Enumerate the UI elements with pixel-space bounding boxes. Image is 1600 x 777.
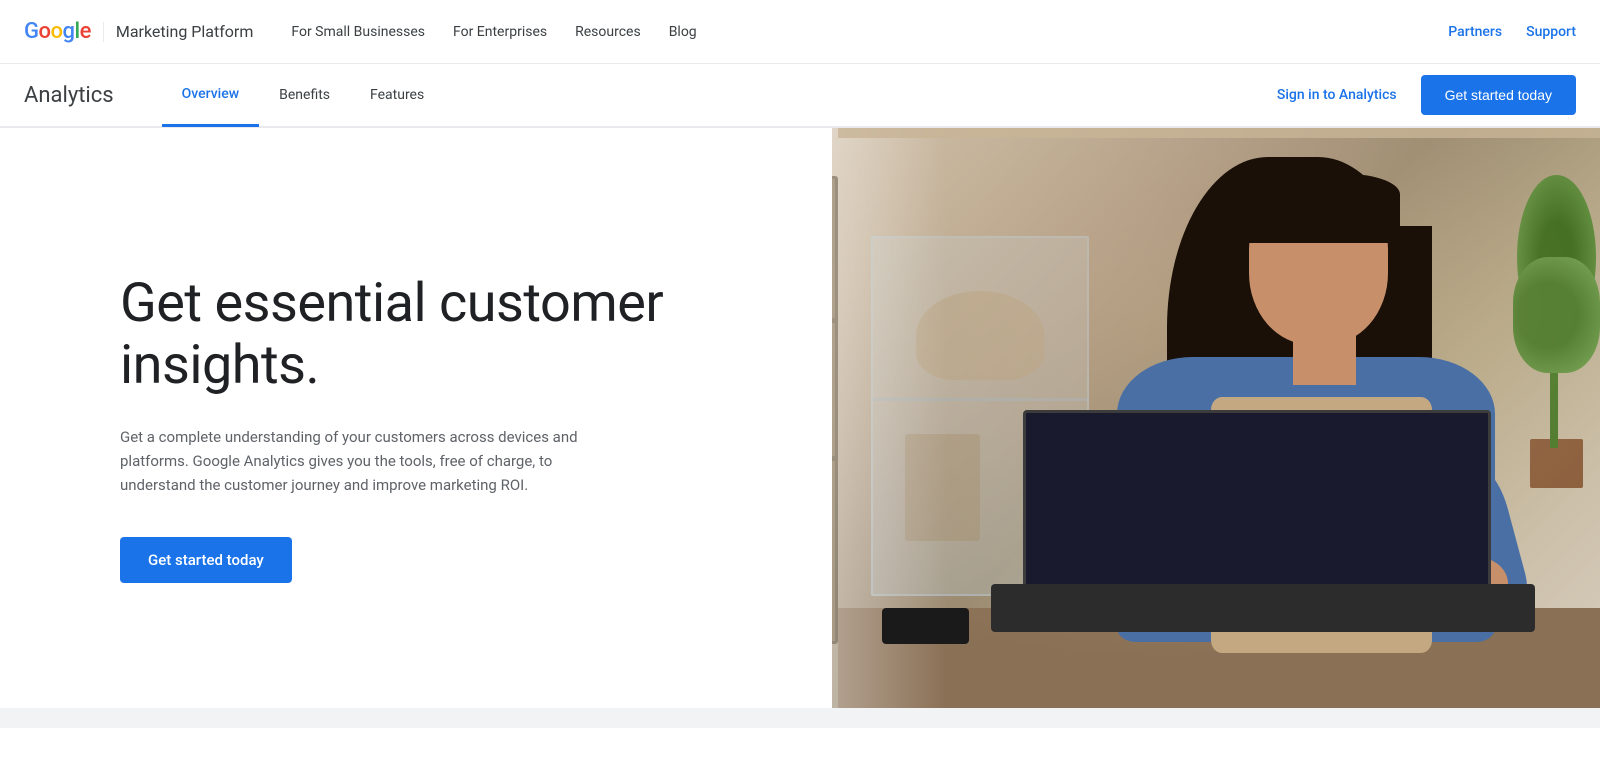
logo-divider xyxy=(103,22,104,42)
bangs xyxy=(1224,174,1401,242)
bottom-section-peek xyxy=(0,708,1600,728)
google-wordmark: Google xyxy=(24,19,91,44)
secondary-nav-tabs: Overview Benefits Features xyxy=(162,63,1261,127)
top-nav-links: For Small Businesses For Enterprises Res… xyxy=(277,0,1448,64)
google-logo-link[interactable]: Google Marketing Platform xyxy=(24,19,253,44)
support-link[interactable]: Support xyxy=(1526,24,1576,40)
tab-features[interactable]: Features xyxy=(350,63,444,127)
neck xyxy=(1293,328,1356,385)
hero-cta-button[interactable]: Get started today xyxy=(120,537,292,583)
hero-content: Get essential customer insights. Get a c… xyxy=(0,128,832,728)
get-started-header-button[interactable]: Get started today xyxy=(1421,75,1576,115)
nav-link-blog[interactable]: Blog xyxy=(655,0,711,64)
plant-leaves-mid xyxy=(1513,257,1600,373)
laptop-base xyxy=(991,584,1535,632)
top-nav: Google Marketing Platform For Small Busi… xyxy=(0,0,1600,64)
secondary-nav-right: Sign in to Analytics Get started today xyxy=(1261,75,1576,115)
nav-link-enterprises[interactable]: For Enterprises xyxy=(439,0,561,64)
nav-link-small-businesses[interactable]: For Small Businesses xyxy=(277,0,439,64)
hero-section: Get essential customer insights. Get a c… xyxy=(0,128,1600,728)
tab-benefits[interactable]: Benefits xyxy=(259,63,350,127)
secondary-nav: Analytics Overview Benefits Features Sig… xyxy=(0,64,1600,128)
top-nav-right: Partners Support xyxy=(1448,24,1576,40)
nav-link-resources[interactable]: Resources xyxy=(561,0,655,64)
sign-in-link[interactable]: Sign in to Analytics xyxy=(1261,79,1413,111)
analytics-title: Analytics xyxy=(24,83,114,108)
phone xyxy=(882,608,969,644)
hero-body: Get a complete understanding of your cus… xyxy=(120,425,600,497)
laptop-screen xyxy=(1023,410,1491,590)
product-name: Marketing Platform xyxy=(116,22,254,41)
partners-link[interactable]: Partners xyxy=(1448,24,1502,40)
plant-container-right xyxy=(1513,158,1600,488)
tab-overview[interactable]: Overview xyxy=(162,63,259,127)
hero-headline: Get essential customer insights. xyxy=(120,273,772,397)
